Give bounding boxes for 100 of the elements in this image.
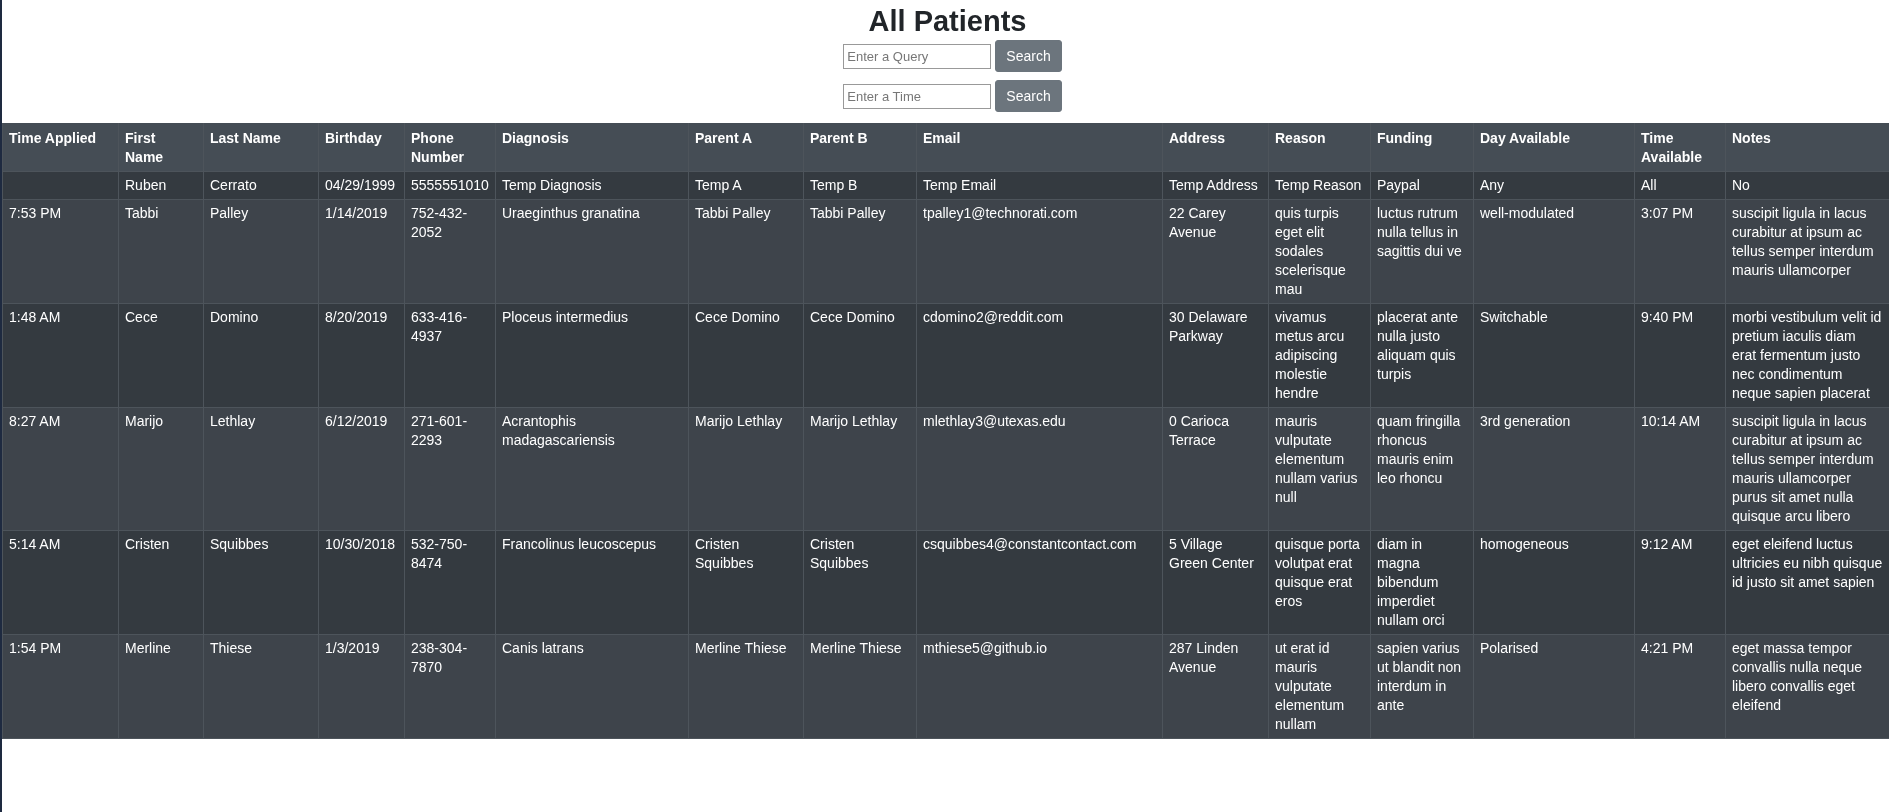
table-cell: luctus rutrum nulla tellus in sagittis dui ve <box>1370 199 1474 304</box>
table-cell: sapien varius ut blandit non interdum in ante <box>1370 634 1474 739</box>
table-cell: Temp Email <box>916 171 1163 200</box>
table-cell: 7:53 PM <box>2 199 119 304</box>
table-cell: cdomino2@reddit.com <box>916 303 1163 408</box>
table-cell: 0 Carioca Terrace <box>1162 407 1269 531</box>
table-cell: Switchable <box>1473 303 1635 408</box>
column-header: Email <box>916 123 1163 172</box>
table-cell: 5555551010 <box>404 171 496 200</box>
table-cell: No <box>1725 171 1889 200</box>
table-cell: 30 Delaware Parkway <box>1162 303 1269 408</box>
table-cell: mthiese5@github.io <box>916 634 1163 739</box>
table-cell: 1:48 AM <box>2 303 119 408</box>
table-cell: 5:14 AM <box>2 530 119 635</box>
column-header: Diagnosis <box>495 123 689 172</box>
table-cell: eget eleifend luctus ultricies eu nibh quisque id justo sit amet sapien <box>1725 530 1889 635</box>
table-cell: 752-432-2052 <box>404 199 496 304</box>
table-cell: Tabbi <box>118 199 204 304</box>
search-field[interactable]: Enter a Query <box>843 43 992 69</box>
table-cell: Temp Diagnosis <box>495 171 689 200</box>
table-cell: Tabbi Palley <box>688 199 804 304</box>
table-cell: ut erat id mauris vulputate elementum nullam <box>1268 634 1371 739</box>
table-cell: 6/12/2019 <box>318 407 405 531</box>
table-cell: 10/30/2018 <box>318 530 405 635</box>
table-cell: quam fringilla rhoncus mauris enim leo rhoncu <box>1370 407 1474 531</box>
column-header: First Name <box>118 123 204 172</box>
table-cell: 10:14 AM <box>1634 407 1726 531</box>
table-cell: Tabbi Palley <box>803 199 917 304</box>
table-cell: placerat ante nulla justo aliquam quis turpis <box>1370 303 1474 408</box>
table-cell: Temp A <box>688 171 804 200</box>
table-cell: All <box>1634 171 1726 200</box>
search-button[interactable]: Search <box>995 80 1062 112</box>
table-cell: 1:54 PM <box>2 634 119 739</box>
table-cell: Canis latrans <box>495 634 689 739</box>
column-header: Address <box>1162 123 1269 172</box>
table-cell: tpalley1@technorati.com <box>916 199 1163 304</box>
table-cell: 287 Linden Avenue <box>1162 634 1269 739</box>
search-button[interactable]: Search <box>995 40 1062 72</box>
column-header: Time Available <box>1634 123 1726 172</box>
table-cell: Squibbes <box>203 530 319 635</box>
table-cell: 8/20/2019 <box>318 303 405 408</box>
table-cell: Polarised <box>1473 634 1635 739</box>
table-cell: csquibbes4@constantcontact.com <box>916 530 1163 635</box>
table-cell: 1/3/2019 <box>318 634 405 739</box>
table-cell: Ploceus intermedius <box>495 303 689 408</box>
column-header: Notes <box>1725 123 1889 172</box>
table-cell: Acrantophis madagascariensis <box>495 407 689 531</box>
table-cell: eget massa tempor convallis nulla neque libero convallis eget eleifend <box>1725 634 1889 739</box>
column-header: Day Available <box>1473 123 1635 172</box>
table-cell: Cece <box>118 303 204 408</box>
table-cell: Marijo Lethlay <box>688 407 804 531</box>
table-cell: well-modulated <box>1473 199 1635 304</box>
table-cell: suscipit ligula in lacus curabitur at ipsum ac tellus semper interdum mauris ullamcorper <box>1725 199 1889 304</box>
table-cell: Cerrato <box>203 171 319 200</box>
table-cell: 1/14/2019 <box>318 199 405 304</box>
table-cell: mauris vulputate elementum nullam varius null <box>1268 407 1371 531</box>
table-cell: Paypal <box>1370 171 1474 200</box>
search-field[interactable]: Enter a Time <box>843 83 992 109</box>
table-cell: Merline Thiese <box>803 634 917 739</box>
table-cell: Uraeginthus granatina <box>495 199 689 304</box>
column-header: Reason <box>1268 123 1371 172</box>
page-title: All Patients <box>867 4 1028 38</box>
table-cell: Cristen Squibbes <box>688 530 804 635</box>
table-cell: Temp Reason <box>1268 171 1371 200</box>
table-cell: quisque porta volutpat erat quisque erat eros <box>1268 530 1371 635</box>
table-cell: Thiese <box>203 634 319 739</box>
column-header: Parent A <box>688 123 804 172</box>
table-cell: mlethlay3@utexas.edu <box>916 407 1163 531</box>
column-header: Funding <box>1370 123 1474 172</box>
table-cell: 532-750-8474 <box>404 530 496 635</box>
table-cell: 8:27 AM <box>2 407 119 531</box>
table-cell: 4:21 PM <box>1634 634 1726 739</box>
table-cell: 633-416-4937 <box>404 303 496 408</box>
table-cell: Cristen <box>118 530 204 635</box>
table-cell: Ruben <box>118 171 204 200</box>
table-cell: 9:12 AM <box>1634 530 1726 635</box>
table-cell: 04/29/1999 <box>318 171 405 200</box>
table-cell: vivamus metus arcu adipiscing molestie hendre <box>1268 303 1371 408</box>
table-cell: 3rd generation <box>1473 407 1635 531</box>
table-cell: Temp B <box>803 171 917 200</box>
table-cell: Cristen Squibbes <box>803 530 917 635</box>
table-cell: quis turpis eget elit sodales scelerisque mau <box>1268 199 1371 304</box>
table-cell: Cece Domino <box>803 303 917 408</box>
table-cell: 9:40 PM <box>1634 303 1726 408</box>
table-cell: 238-304-7870 <box>404 634 496 739</box>
table-cell: 22 Carey Avenue <box>1162 199 1269 304</box>
table-cell: Francolinus leucoscepus <box>495 530 689 635</box>
column-header: Last Name <box>203 123 319 172</box>
column-header: Time Applied <box>2 123 119 172</box>
table-cell: Merline Thiese <box>688 634 804 739</box>
table-cell: Any <box>1473 171 1635 200</box>
column-header: Phone Number <box>404 123 496 172</box>
table-cell: diam in magna bibendum imperdiet nullam orci <box>1370 530 1474 635</box>
column-header: Parent B <box>803 123 917 172</box>
table-cell: 271-601-2293 <box>404 407 496 531</box>
table-cell: Palley <box>203 199 319 304</box>
table-cell: 5 Village Green Center <box>1162 530 1269 635</box>
table-cell: Lethlay <box>203 407 319 531</box>
table-cell: 3:07 PM <box>1634 199 1726 304</box>
column-header: Birthday <box>318 123 405 172</box>
